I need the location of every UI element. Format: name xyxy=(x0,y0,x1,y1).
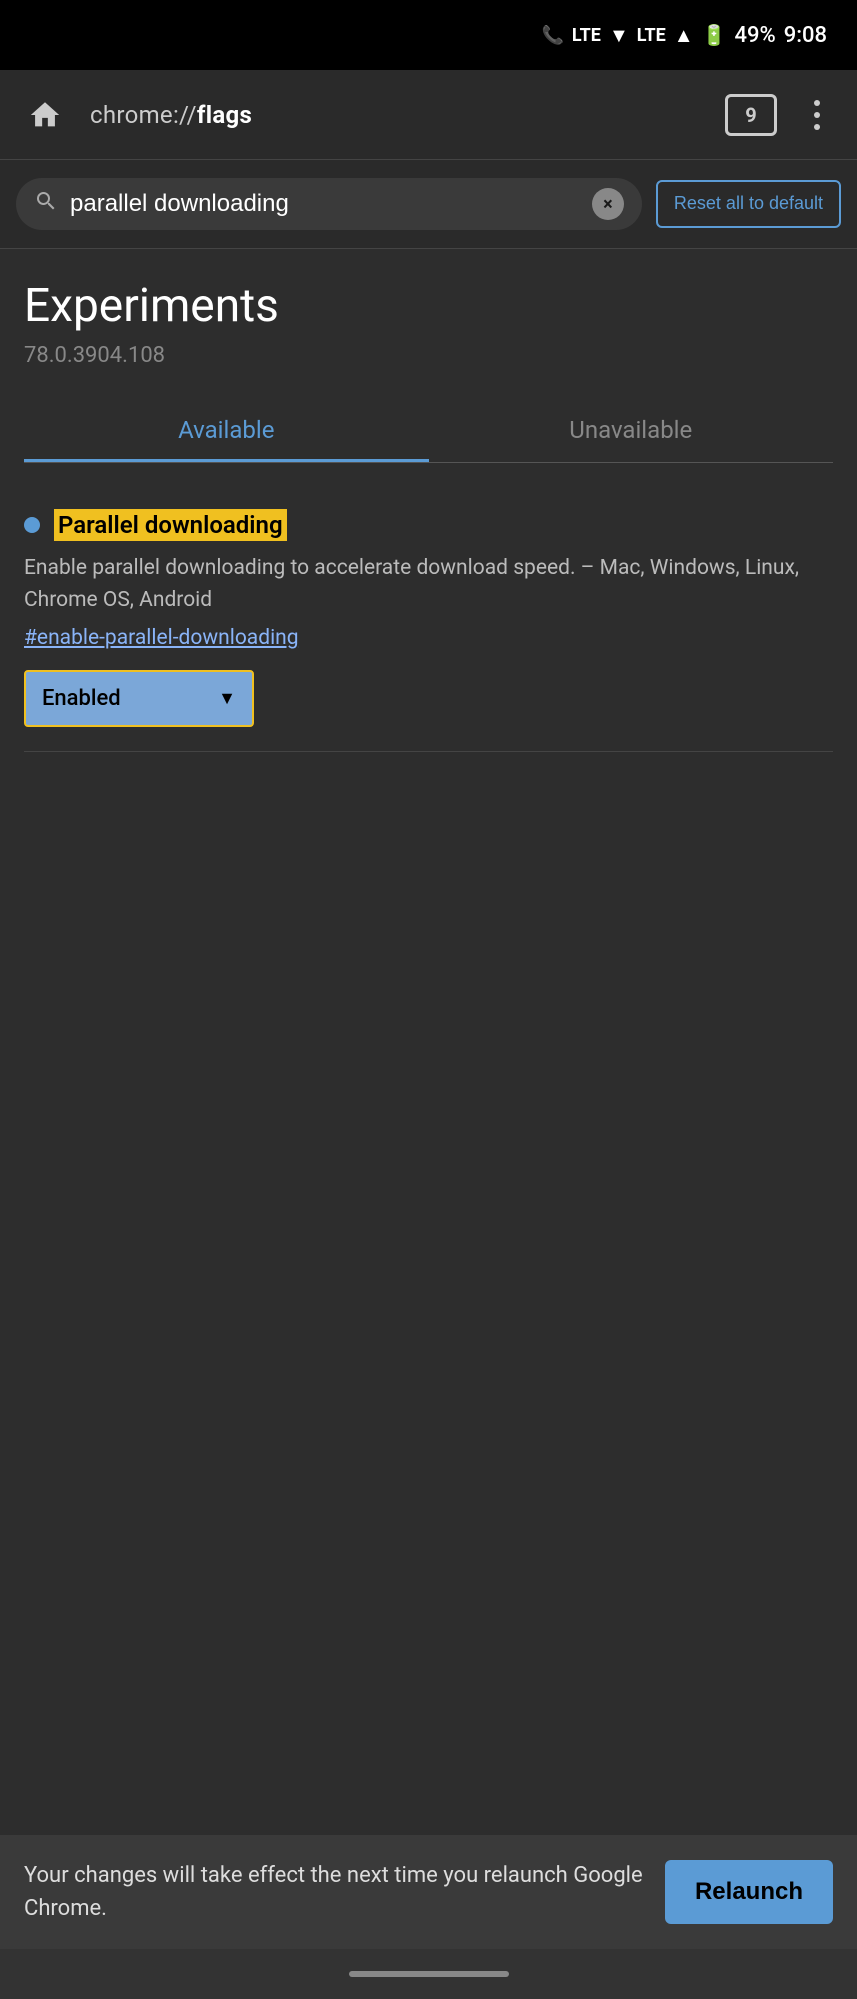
address-bar[interactable]: chrome://flags xyxy=(90,101,705,129)
home-icon xyxy=(28,98,62,132)
lte-label-2: LTE xyxy=(637,25,666,46)
search-icon xyxy=(34,189,58,219)
phone-lte-icon: 📞 xyxy=(541,25,563,46)
clear-icon: × xyxy=(603,194,613,215)
menu-dot-1 xyxy=(814,100,820,106)
menu-button[interactable] xyxy=(797,90,837,140)
search-bar-container: × Reset all to default xyxy=(0,160,857,249)
tab-count-label: 9 xyxy=(745,103,756,127)
dropdown-arrow-icon: ▼ xyxy=(218,688,236,709)
home-indicator xyxy=(0,1949,857,1999)
tab-available-label: Available xyxy=(178,416,274,444)
bottom-message: Your changes will take effect the next t… xyxy=(24,1859,645,1925)
flag-title: Parallel downloading xyxy=(54,509,287,541)
menu-dot-2 xyxy=(814,112,820,118)
menu-dot-3 xyxy=(814,124,820,130)
home-button[interactable] xyxy=(20,90,70,140)
search-wrapper: × xyxy=(16,178,642,230)
clear-button[interactable]: × xyxy=(592,188,624,220)
flag-anchor-link[interactable]: #enable-parallel-downloading xyxy=(24,626,833,650)
reset-all-button[interactable]: Reset all to default xyxy=(656,180,841,227)
search-input[interactable] xyxy=(70,190,580,218)
flag-description: Enable parallel downloading to accelerat… xyxy=(24,553,833,616)
tab-available[interactable]: Available xyxy=(24,398,429,462)
lte-label-1: LTE xyxy=(572,25,601,46)
flag-header: Parallel downloading xyxy=(24,509,833,541)
page-title: Experiments xyxy=(24,279,833,333)
relaunch-label: Relaunch xyxy=(695,1878,803,1905)
status-bar: 📞 LTE ▼ LTE ▲ 🔋 49% 9:08 xyxy=(0,0,857,70)
clock: 9:08 xyxy=(784,23,827,48)
main-content: Experiments 78.0.3904.108 Available Unav… xyxy=(0,249,857,1835)
reset-label: Reset all to default xyxy=(674,193,823,213)
tab-count-button[interactable]: 9 xyxy=(725,94,777,136)
battery-icon: 🔋 xyxy=(702,23,727,47)
tab-unavailable[interactable]: Unavailable xyxy=(429,398,834,462)
signal-icon: ▲ xyxy=(674,23,694,48)
home-indicator-bar xyxy=(349,1971,509,1977)
url-prefix: chrome:// xyxy=(90,101,197,129)
flag-item-parallel-downloading: Parallel downloading Enable parallel dow… xyxy=(24,493,833,752)
flag-status-dot xyxy=(24,517,40,533)
version-text: 78.0.3904.108 xyxy=(24,343,833,368)
flag-dropdown[interactable]: Enabled ▼ xyxy=(24,670,254,727)
tab-unavailable-label: Unavailable xyxy=(569,416,692,444)
browser-navbar: chrome://flags 9 xyxy=(0,70,857,160)
bottom-bar: Your changes will take effect the next t… xyxy=(0,1835,857,1949)
url-bold: flags xyxy=(197,101,252,129)
content-spacer xyxy=(24,752,833,1352)
status-icons: 📞 LTE ▼ LTE ▲ 🔋 49% 9:08 xyxy=(541,23,827,48)
flag-dropdown-value: Enabled xyxy=(42,686,121,711)
relaunch-button[interactable]: Relaunch xyxy=(665,1860,833,1924)
battery-percent: 49% xyxy=(734,23,775,48)
tabs-container: Available Unavailable xyxy=(24,398,833,463)
wifi-icon: ▼ xyxy=(609,23,629,48)
